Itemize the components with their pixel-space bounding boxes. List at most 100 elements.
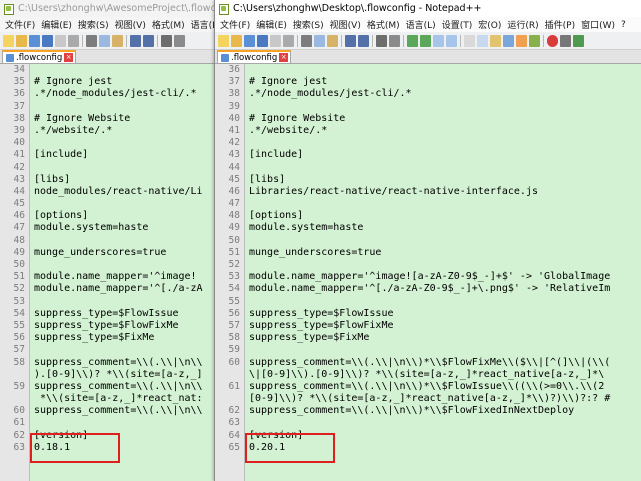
undo-icon[interactable] [130,34,141,47]
code-line[interactable]: munge_underscores=true [30,247,214,259]
code-line[interactable] [245,162,641,174]
code-line[interactable]: suppress_comment=\\(.\\|\n\\)*\\$FlowIss… [245,381,641,393]
menu-view[interactable]: 视图(V) [112,18,149,31]
save-all-icon[interactable] [257,34,268,47]
code-line[interactable] [30,198,214,210]
code-line[interactable] [245,344,641,356]
code-line[interactable]: # Ignore jest [30,76,214,88]
code-line[interactable]: module.system=haste [30,222,214,234]
code-line[interactable] [30,296,214,308]
code-line[interactable]: suppress_type=$FixMe [30,332,214,344]
menu-language[interactable]: 语言(L) [188,18,214,31]
menu-view[interactable]: 视图(V) [327,18,364,31]
menu-macro[interactable]: 宏(O) [475,18,504,31]
code-line[interactable]: suppress_type=$FixMe [245,332,641,344]
function-list-icon[interactable] [516,34,527,47]
code-line[interactable] [30,162,214,174]
zoom-out-icon[interactable] [420,34,431,47]
sync-scroll-h-icon[interactable] [446,34,457,47]
code-line[interactable]: suppress_comment=\\(.\\|\n\\ [30,405,214,417]
code-line[interactable]: suppress_comment=\\(.\\|\n\\)*\\$FlowFix… [245,405,641,417]
word-wrap-icon[interactable] [464,34,475,47]
sync-scroll-v-icon[interactable] [433,34,444,47]
code-line[interactable]: [options] [245,210,641,222]
code-line[interactable]: .*/node_modules/jest-cli/.* [245,88,641,100]
stop-macro-icon[interactable] [560,34,571,47]
doc-map-icon[interactable] [503,34,514,47]
paste-icon[interactable] [112,34,123,47]
code-line[interactable]: [include] [30,149,214,161]
code-line[interactable] [245,101,641,113]
menu-search[interactable]: 搜索(S) [75,18,112,31]
left-code-area[interactable]: # Ignore jest .*/node_modules/jest-cli/.*… [30,64,214,481]
close-file-icon[interactable] [270,34,281,47]
new-file-icon[interactable] [218,34,229,47]
left-title-bar[interactable]: C:\Users\zhonghw\AwesomeProject\.flowcon… [0,0,214,17]
new-file-icon[interactable] [3,34,14,47]
show-all-chars-icon[interactable] [477,34,488,47]
menu-help[interactable]: ? [618,20,629,30]
right-flowconfig-tab[interactable]: .flowconfig × [217,50,292,63]
find-icon[interactable] [161,34,172,47]
code-line[interactable]: .*/node_modules/jest-cli/.* [30,88,214,100]
replace-icon[interactable] [389,34,400,47]
menu-language[interactable]: 语言(L) [403,18,439,31]
code-line[interactable] [245,198,641,210]
record-macro-icon[interactable] [547,34,558,47]
save-icon[interactable] [29,34,40,47]
code-line[interactable] [245,417,641,429]
code-line[interactable]: \|[0-9]\\).[0-9]\\)? *\\(site=[a-z,_]*re… [245,369,641,381]
code-line[interactable]: [options] [30,210,214,222]
code-line[interactable]: module.name_mapper='^[./a-zA-Z0-9$_-]+\.… [245,283,641,295]
close-tab-icon[interactable]: × [279,53,289,62]
menu-file[interactable]: 文件(F) [2,18,38,31]
code-line[interactable]: suppress_type=$FlowIssue [30,308,214,320]
code-line[interactable]: # Ignore Website [245,113,641,125]
open-file-icon[interactable] [16,34,27,47]
copy-icon[interactable] [99,34,110,47]
code-line[interactable] [30,101,214,113]
undo-icon[interactable] [345,34,356,47]
code-line[interactable]: *\\(site=[a-z,_]*react_nat: [30,393,214,405]
play-macro-icon[interactable] [573,34,584,47]
menu-search[interactable]: 搜索(S) [290,18,327,31]
code-line[interactable] [245,137,641,149]
code-line[interactable]: [include] [245,149,641,161]
redo-icon[interactable] [358,34,369,47]
menu-plugins[interactable]: 插件(P) [542,18,578,31]
code-line[interactable]: suppress_type=$FlowFixMe [245,320,641,332]
code-line[interactable]: suppress_comment=\\(.\\|\n\\ [30,381,214,393]
code-line[interactable] [245,296,641,308]
code-line[interactable]: module.system=haste [245,222,641,234]
paste-icon[interactable] [327,34,338,47]
left-editor[interactable]: 34 35 36 37 38 39 40 41 42 43 44 45 46 47 48 49 50 51 52 53… [0,64,214,481]
code-line[interactable]: # Ignore Website [30,113,214,125]
close-tab-icon[interactable]: × [64,53,74,62]
code-line[interactable] [30,235,214,247]
right-title-bar[interactable]: C:\Users\zhonghw\Desktop\.flowconfig - N… [215,0,641,17]
code-line[interactable]: ).[0-9]\\)? *\\(site=[a-z,_] [30,369,214,381]
menu-window[interactable]: 窗口(W) [578,18,618,31]
save-icon[interactable] [244,34,255,47]
menu-run[interactable]: 运行(R) [504,18,541,31]
code-line[interactable] [245,259,641,271]
code-line[interactable]: module.name_mapper='^[./a-zA [30,283,214,295]
folder-as-workspace-icon[interactable] [529,34,540,47]
indent-guide-icon[interactable] [490,34,501,47]
code-line[interactable]: [libs] [30,174,214,186]
copy-icon[interactable] [314,34,325,47]
find-icon[interactable] [376,34,387,47]
code-line[interactable] [30,417,214,429]
replace-icon[interactable] [174,34,185,47]
code-line[interactable]: suppress_comment=\\(.\\|\n\\)*\\$FlowFix… [245,357,641,369]
menu-file[interactable]: 文件(F) [217,18,253,31]
menu-edit[interactable]: 编辑(E) [253,18,290,31]
code-line[interactable] [30,259,214,271]
menu-format[interactable]: 格式(M) [149,18,188,31]
code-line[interactable] [245,235,641,247]
code-line[interactable]: module.name_mapper='^image! [30,271,214,283]
redo-icon[interactable] [143,34,154,47]
code-line[interactable]: Libraries/react-native/react-native-inte… [245,186,641,198]
code-line[interactable]: suppress_type=$FlowIssue [245,308,641,320]
code-line[interactable]: munge_underscores=true [245,247,641,259]
